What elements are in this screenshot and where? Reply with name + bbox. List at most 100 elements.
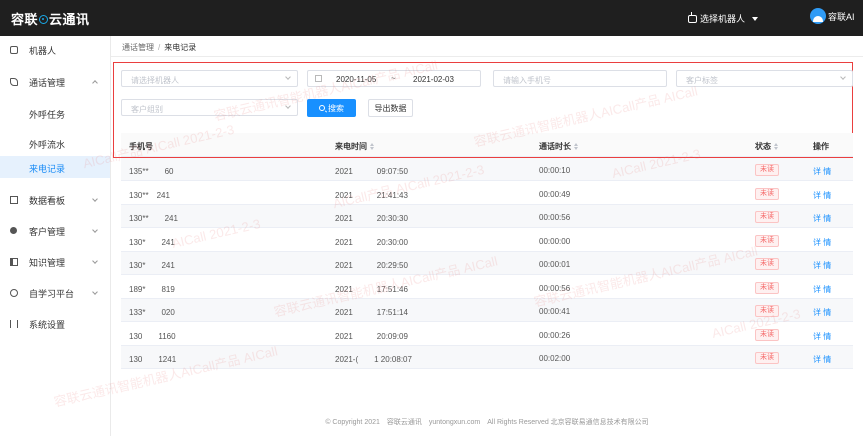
chevron-down-icon xyxy=(285,74,291,80)
sidebar-item-knowledge-management[interactable]: 知识管理 xyxy=(0,251,110,273)
cell-call-time: 2021 20:30:30 xyxy=(335,214,408,223)
column-header-duration[interactable]: 通话时长 xyxy=(539,141,578,152)
sidebar-item-label: 知识管理 xyxy=(29,257,66,268)
detail-link[interactable]: 详 情 xyxy=(813,190,831,201)
sidebar-item-customer-management[interactable]: 客户管理 xyxy=(0,220,110,242)
date-separator: ~ xyxy=(391,74,396,83)
main-content: 通话管理 / 来电记录 请选择机器人 2020-11-05 ~ 2021-02-03… xyxy=(52,36,863,436)
sidebar-item-outbound-tasks[interactable]: 外呼任务 xyxy=(0,102,110,124)
sidebar-item-incoming-records[interactable]: 来电记录 xyxy=(0,156,110,178)
user-menu[interactable]: 容联AI xyxy=(810,8,855,24)
logo-text-right: 云通讯 xyxy=(49,12,90,27)
search-button[interactable]: 搜索 xyxy=(307,99,356,117)
chevron-up-icon xyxy=(92,80,98,86)
app-logo[interactable]: 容联 云通讯 xyxy=(11,9,90,28)
robot-select-dropdown[interactable]: 选择机器人 xyxy=(688,11,759,25)
sort-icon[interactable] xyxy=(574,143,578,150)
date-range-picker[interactable]: 2020-11-05 ~ 2021-02-03 xyxy=(307,70,481,87)
chart-board-icon xyxy=(10,196,18,204)
cell-phone: 130 1241 xyxy=(129,355,177,364)
sort-icon[interactable] xyxy=(370,143,374,150)
sidebar-item-label: 数据看板 xyxy=(29,195,66,206)
caret-down-icon xyxy=(752,16,759,21)
table-row: 130** 241 2021 21:41:43 00:00:49 未读 详 情 xyxy=(121,182,853,205)
search-button-label: 搜索 xyxy=(328,103,344,113)
robot-select[interactable]: 请选择机器人 xyxy=(121,70,298,87)
export-button[interactable]: 导出数据 xyxy=(368,99,413,117)
sidebar-item-self-learning[interactable]: 自学习平台 xyxy=(0,282,110,304)
sidebar-item-data-board[interactable]: 数据看板 xyxy=(0,189,110,211)
cell-phone: 130* 241 xyxy=(129,237,175,247)
sidebar-item-call-management[interactable]: 通话管理 xyxy=(0,71,110,93)
sidebar-item-label: 来电记录 xyxy=(29,164,66,174)
status-badge: 未读 xyxy=(755,164,779,176)
users-icon xyxy=(10,227,17,234)
column-header-label: 操作 xyxy=(813,142,829,151)
cell-phone: 133* 020 xyxy=(129,308,175,317)
avatar xyxy=(810,8,826,24)
detail-link[interactable]: 详 情 xyxy=(813,331,831,342)
column-header-phone: 手机号 xyxy=(129,141,153,152)
phone-input[interactable]: 请输入手机号 xyxy=(493,70,667,87)
detail-link[interactable]: 详 情 xyxy=(813,307,831,318)
chevron-down-icon xyxy=(840,74,846,80)
robot-icon xyxy=(688,11,697,23)
sidebar-item-label: 通话管理 xyxy=(29,77,66,88)
sort-icon[interactable] xyxy=(774,143,778,150)
robot-icon xyxy=(10,46,18,54)
book-icon xyxy=(10,258,18,266)
phone-icon xyxy=(10,78,18,86)
robot-select-label: 选择机器人 xyxy=(700,14,746,24)
detail-link[interactable]: 详 情 xyxy=(813,354,831,365)
status-badge: 未读 xyxy=(755,281,779,294)
cell-duration: 00:00:49 xyxy=(539,189,571,199)
cell-call-time: 2021 17:51:14 xyxy=(335,308,408,317)
table-row: 135** 60 2021 09:07:50 00:00:10 未读 详 情 xyxy=(121,158,853,181)
export-button-label: 导出数据 xyxy=(374,103,407,113)
customer-tag-select[interactable]: 客户标签 xyxy=(676,70,853,87)
chevron-down-icon xyxy=(285,103,291,109)
cell-duration: 00:00:01 xyxy=(539,260,571,269)
cell-call-time: 2021 17:51:46 xyxy=(335,284,408,294)
chevron-down-icon xyxy=(92,289,98,295)
column-header-label: 状态 xyxy=(755,142,771,151)
table-row: 130 1160 2021 20:09:09 00:00:26 未读 详 情 xyxy=(121,323,853,346)
sidebar-item-robot[interactable]: 机器人 xyxy=(0,39,110,61)
cell-duration: 00:00:10 xyxy=(539,166,571,175)
customer-group-placeholder: 客户组别 xyxy=(131,105,163,114)
detail-link[interactable]: 详 情 xyxy=(813,260,831,271)
sidebar-item-label: 外呼任务 xyxy=(29,110,66,120)
calendar-icon xyxy=(315,75,322,82)
sidebar-item-label: 自学习平台 xyxy=(29,288,75,299)
column-header-status[interactable]: 状态 xyxy=(755,141,778,152)
customer-group-select[interactable]: 客户组别 xyxy=(121,99,298,116)
logo-dot-icon xyxy=(39,15,49,24)
column-header-time[interactable]: 来电时间 xyxy=(335,141,374,152)
sidebar-item-label: 系统设置 xyxy=(29,319,66,330)
cell-call-time: 2021 09:07:50 xyxy=(335,167,408,176)
status-badge: 未读 xyxy=(755,211,779,223)
cell-duration: 00:00:26 xyxy=(539,330,571,340)
detail-link[interactable]: 详 情 xyxy=(813,237,831,248)
sidebar-item-outbound-log[interactable]: 外呼流水 xyxy=(0,132,110,154)
cell-phone: 130* 241 xyxy=(129,261,175,270)
sidebar-item-label: 客户管理 xyxy=(29,226,66,237)
study-icon xyxy=(10,289,18,297)
detail-link[interactable]: 详 情 xyxy=(813,284,831,295)
table-header: 手机号 来电时间 通话时长 状态 操作 xyxy=(121,133,853,157)
sidebar-item-label: 外呼流水 xyxy=(29,140,66,150)
table-row: 133* 020 2021 17:51:14 00:00:41 未读 详 情 xyxy=(121,299,853,322)
sidebar-item-system-settings[interactable]: 系统设置 xyxy=(0,313,110,335)
detail-link[interactable]: 详 情 xyxy=(813,213,831,224)
cell-call-time: 2021-( 1 20:08:07 xyxy=(335,355,412,364)
breadcrumb-parent[interactable]: 通话管理 xyxy=(122,43,154,52)
logo-text-left: 容联 xyxy=(11,12,39,27)
status-badge: 未读 xyxy=(755,305,779,317)
chevron-down-icon xyxy=(92,258,98,264)
column-header-label: 手机号 xyxy=(129,142,153,151)
divider xyxy=(111,56,863,57)
cell-phone: 130** 241 xyxy=(129,190,170,200)
detail-link[interactable]: 详 情 xyxy=(813,166,831,177)
status-badge: 未读 xyxy=(755,328,779,341)
column-header-actions: 操作 xyxy=(813,141,829,152)
